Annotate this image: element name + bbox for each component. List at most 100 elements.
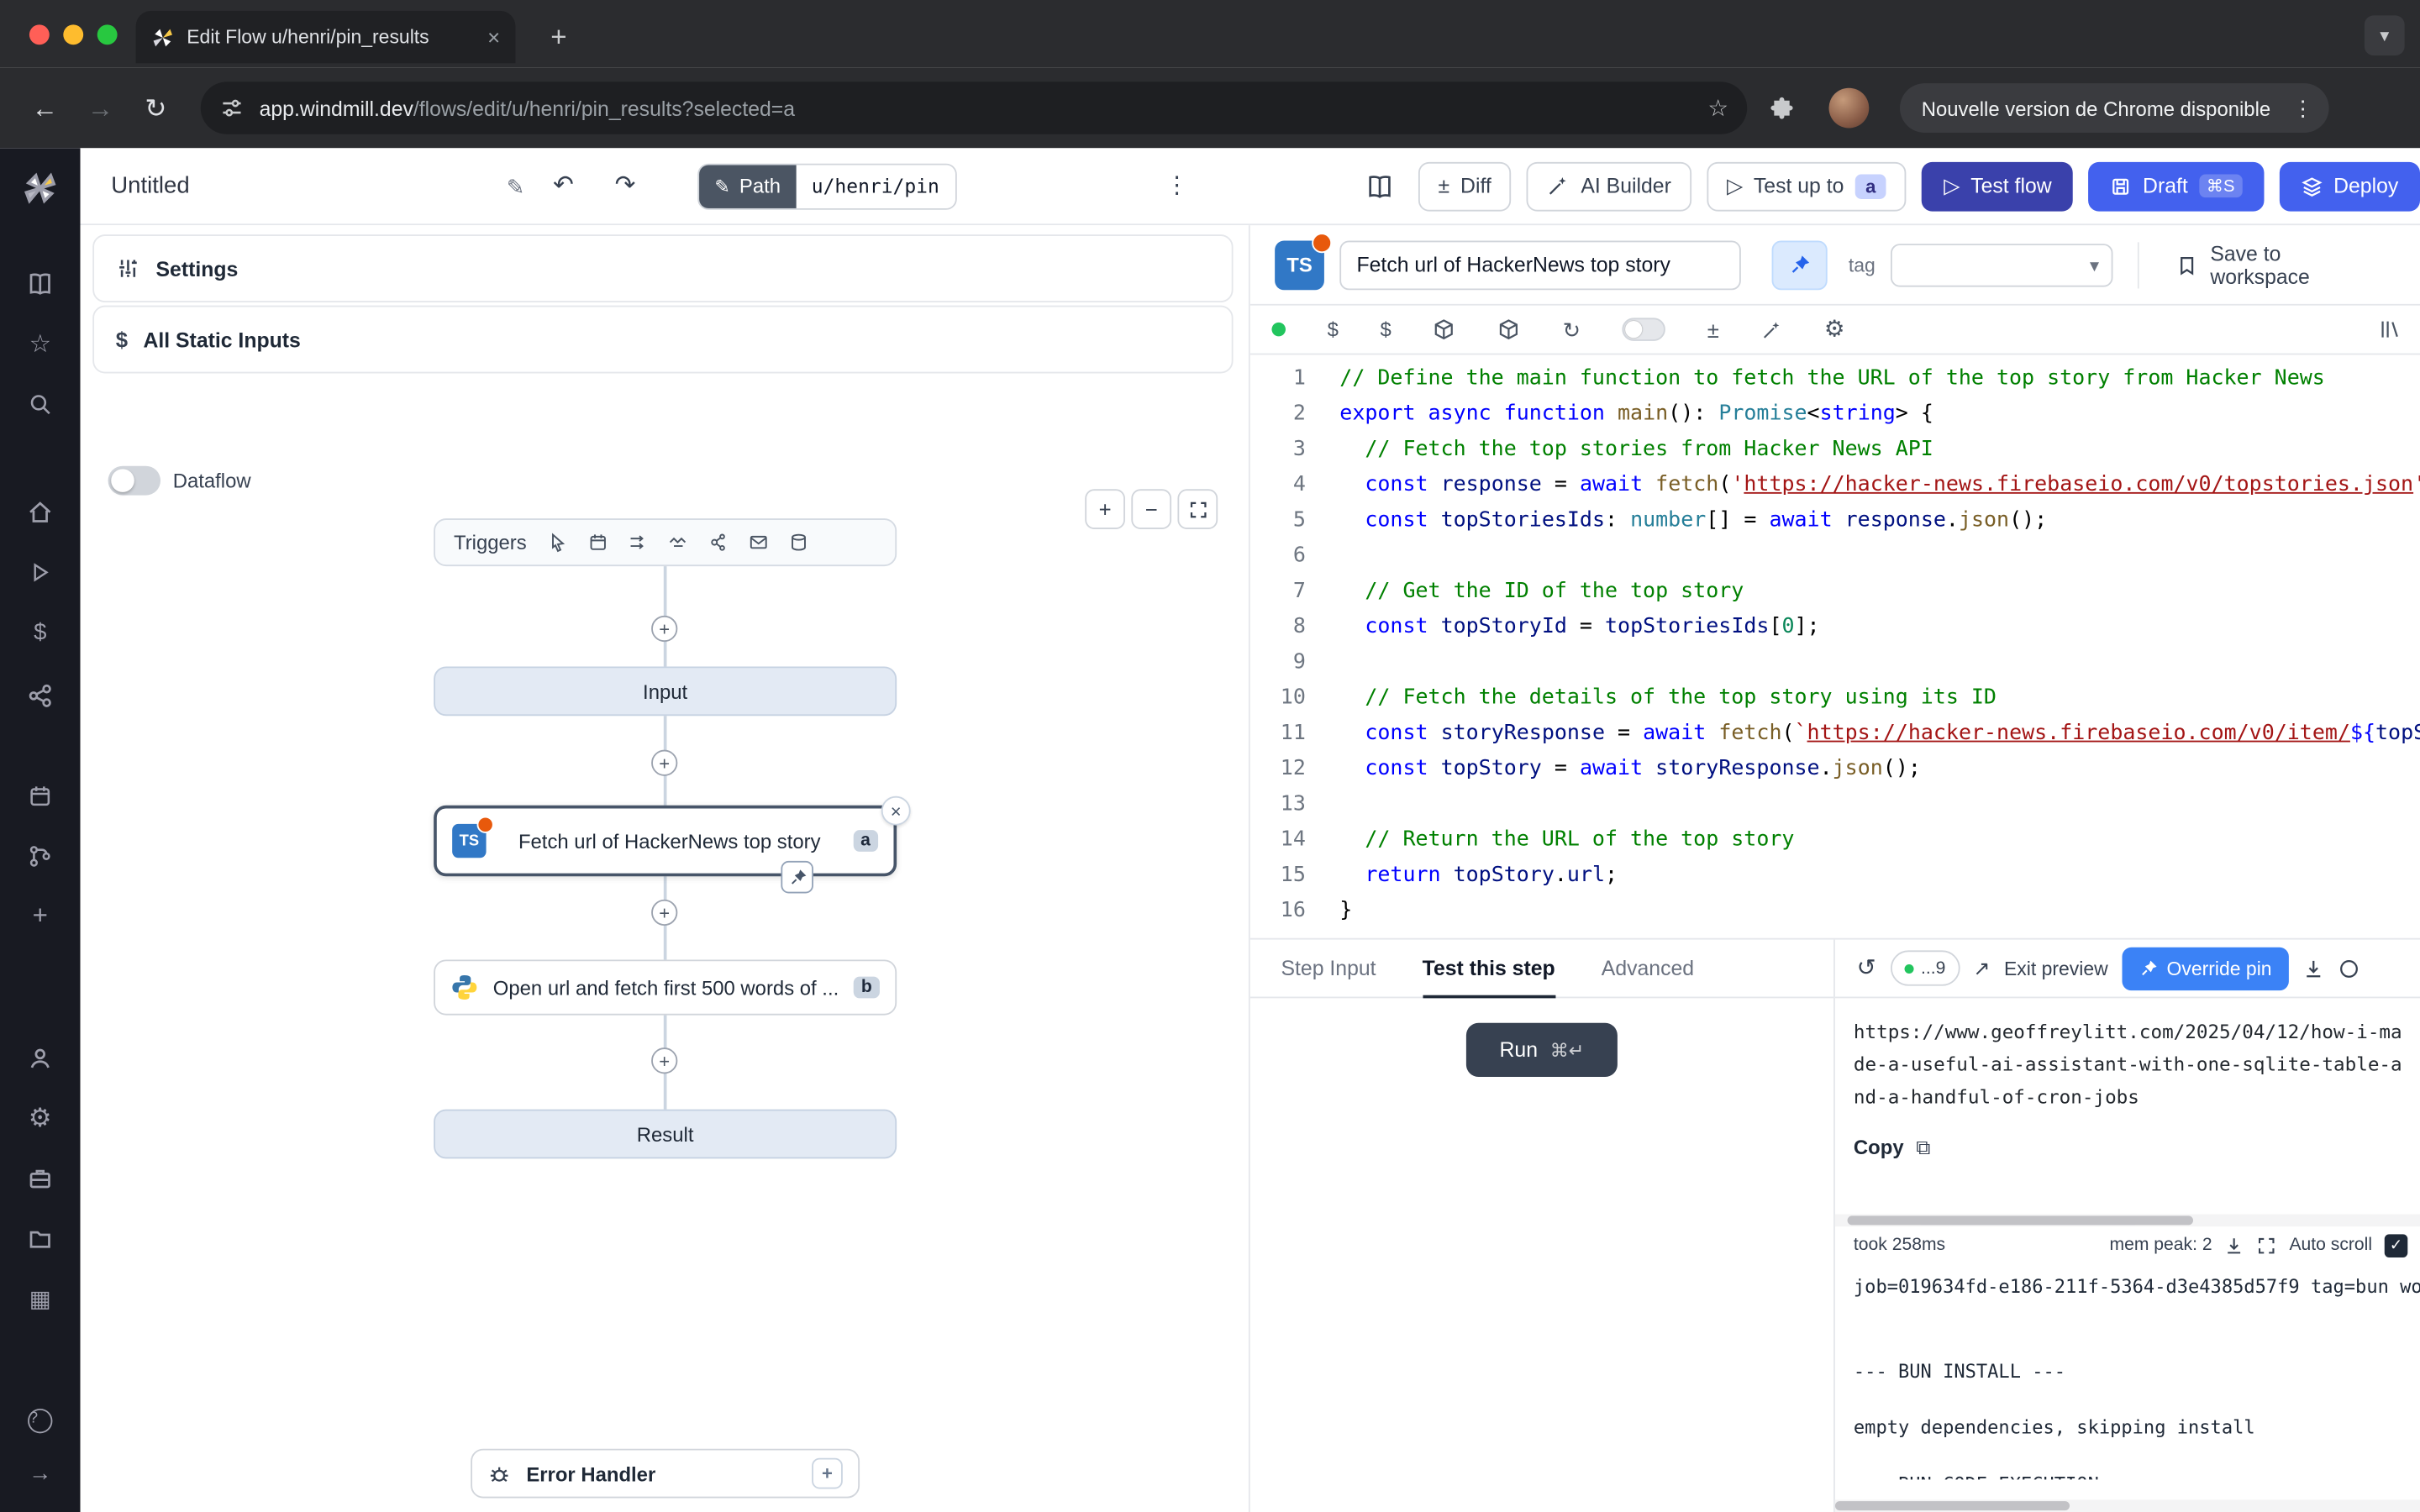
download-logs-icon[interactable] [2224,1235,2244,1255]
sidebar-variables-icon[interactable]: $ [34,619,46,645]
address-bar[interactable]: app.windmill.dev/flows/edit/u/henri/pin_… [201,81,1747,134]
code-editor[interactable]: 1// Define the main function to fetch th… [1250,354,2420,937]
all-static-inputs-accordion[interactable]: $ All Static Inputs [92,306,1233,374]
resources-icon[interactable]: $ [1380,319,1391,339]
dataflow-toggle[interactable] [108,466,160,496]
triggers-node[interactable]: Triggers [434,518,897,566]
settings-accordion[interactable]: Settings [92,234,1233,302]
error-handler-node[interactable]: Error Handler + [471,1449,860,1499]
kafka-trigger-icon[interactable] [708,533,729,553]
exit-preview-button[interactable]: Exit preview [2004,958,2108,979]
sidebar-docs-icon[interactable] [27,270,53,297]
insert-step-button[interactable]: + [651,750,677,776]
close-window-button[interactable] [29,24,50,44]
redo-button[interactable]: ↷ [602,163,648,209]
auto-scroll-checkbox[interactable]: ✓ [2385,1233,2408,1257]
copy-result-button[interactable]: Copy ⧉ [1854,1136,2402,1159]
reload-button[interactable]: ↻ [133,85,179,131]
flow-name-field[interactable]: Untitled ✎ [111,173,524,199]
job-id-chip[interactable]: ...9 [1890,950,1960,985]
save-to-workspace-button[interactable]: Save to workspace [2164,240,2395,290]
sidebar-workers-icon[interactable] [27,1166,53,1192]
docs-book-button[interactable] [1356,163,1402,209]
test-up-to-button[interactable]: ▷ Test up to a [1707,161,1907,211]
sidebar-help-icon[interactable]: ? [28,1409,52,1433]
sidebar-favorites-icon[interactable]: ☆ [29,328,51,360]
fit-view-button[interactable] [1177,489,1218,529]
draft-button[interactable]: Draft ⌘S [2089,161,2265,211]
node-pin-button[interactable] [781,861,813,894]
sidebar-runs-icon[interactable] [29,561,52,585]
insert-step-button[interactable]: + [651,616,677,642]
forward-button[interactable]: → [77,85,124,131]
log-horizontal-scrollbar[interactable] [1835,1215,2420,1227]
insert-step-button[interactable]: + [651,900,677,926]
reset-icon[interactable]: ↻ [1563,318,1581,340]
extensions-icon[interactable] [1769,95,1795,121]
history-icon[interactable]: ↺ [1857,957,1876,980]
tag-select[interactable]: ▾ [1891,243,2112,286]
manual-trigger-icon[interactable] [548,533,568,553]
back-button[interactable]: ← [22,85,68,131]
tab-step-input[interactable]: Step Input [1281,940,1376,997]
tab-test-this-step[interactable]: Test this step [1423,940,1555,997]
database-trigger-icon[interactable] [789,533,809,553]
sidebar-apps-icon[interactable]: ▦ [29,1285,51,1313]
email-trigger-icon[interactable] [749,533,769,553]
download-result-icon[interactable] [2302,958,2324,979]
more-options-button[interactable]: ⋮ [1157,165,1197,206]
remove-step-button[interactable]: × [881,796,911,826]
library-icon[interactable] [2378,318,2402,341]
sidebar-home-icon[interactable] [27,499,53,525]
path-value[interactable]: u/henri/pin [796,165,955,207]
step-title-input[interactable] [1339,240,1741,290]
sidebar-resources-icon[interactable] [27,683,53,709]
zoom-out-button[interactable]: − [1131,489,1171,529]
zoom-in-button[interactable]: + [1085,489,1125,529]
editor-settings-icon[interactable]: ⚙ [1824,318,1845,341]
tab-search-chevron-button[interactable]: ▾ [2365,15,2405,55]
windmill-logo[interactable] [24,171,57,205]
chrome-update-button[interactable]: Nouvelle version de Chrome disponible ⋮ [1900,83,2329,133]
test-flow-button[interactable]: ▷ Test flow [1923,161,2074,211]
editor-toggle[interactable] [1623,318,1665,341]
add-error-handler-button[interactable]: + [812,1458,843,1489]
log-bottom-scrollbar[interactable] [1835,1499,2420,1512]
insert-step-button[interactable]: + [651,1047,677,1074]
path-editor[interactable]: ✎ Path u/henri/pin [697,163,956,209]
result-node[interactable]: Result [434,1110,897,1159]
new-tab-button[interactable]: + [537,15,580,58]
override-pin-button[interactable]: Override pin [2122,947,2289,990]
open-job-external-icon[interactable]: ↗ [1973,958,1990,979]
minimize-window-button[interactable] [63,24,83,44]
expand-logs-icon[interactable] [2257,1235,2277,1255]
tab-close-icon[interactable]: × [487,26,500,48]
sidebar-settings-icon[interactable]: ⚙ [29,1103,52,1134]
sidebar-schedules-icon[interactable] [28,784,52,808]
variables-icon[interactable]: $ [1328,319,1339,339]
input-node[interactable]: Input [434,666,897,716]
diff-mode-icon[interactable]: ± [1707,318,1719,340]
schedule-trigger-icon[interactable] [588,533,608,553]
result-url[interactable]: https://www.geoffreylitt.com/2025/04/12/… [1854,1016,2412,1114]
diff-button[interactable]: ± Diff [1418,161,1512,211]
sidebar-account-icon[interactable] [27,1045,53,1071]
step-a-node[interactable]: TS Fetch url of HackerNews top story a [434,806,897,876]
profile-avatar[interactable] [1829,88,1870,129]
package-icon[interactable] [1433,318,1456,341]
pin-step-toggle[interactable] [1772,240,1827,290]
sidebar-expand-icon[interactable]: → [29,1460,52,1486]
edit-name-pencil-icon[interactable]: ✎ [507,175,525,197]
ai-assist-icon[interactable] [1761,318,1783,340]
clipped-circle-icon[interactable] [2338,958,2360,979]
site-settings-icon[interactable] [219,96,244,120]
run-button[interactable]: Run ⌘↵ [1466,1023,1618,1077]
browser-tab[interactable]: Edit Flow u/henri/pin_results × [136,11,516,63]
chrome-menu-icon[interactable]: ⋮ [2286,97,2320,119]
bookmark-star-icon[interactable]: ☆ [1707,97,1728,120]
sidebar-search-icon[interactable] [28,392,52,417]
deploy-button[interactable]: Deploy [2280,161,2420,211]
step-b-node[interactable]: Open url and fetch first 500 words of ..… [434,959,897,1015]
tab-advanced[interactable]: Advanced [1602,940,1694,997]
log-output[interactable]: job=019634fd-e186-211f-5364-d3e4385d57f9… [1835,1263,2420,1479]
